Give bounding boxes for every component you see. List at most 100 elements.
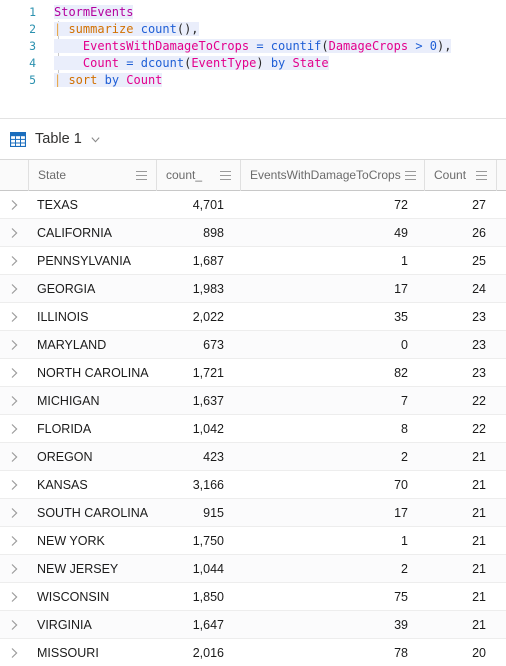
cell-count[interactable]: 21: [424, 611, 496, 639]
cell-events_with_damage_to_crops[interactable]: 0: [240, 331, 424, 359]
cell-events_with_damage_to_crops[interactable]: 78: [240, 639, 424, 666]
table-row[interactable]: MISSOURI 2,016 78 20: [0, 639, 506, 666]
cell-count_[interactable]: 4,701: [156, 191, 240, 219]
code-line[interactable]: 1 StormEvents: [0, 4, 506, 21]
results-grid[interactable]: State count_ EventsWithDamageToCrops Count …: [0, 159, 506, 666]
cell-events_with_damage_to_crops[interactable]: 35: [240, 303, 424, 331]
row-expand-chevron-right-icon[interactable]: [0, 423, 28, 435]
cell-count_[interactable]: 1,637: [156, 387, 240, 415]
code-line[interactable]: 4 Count = dcount(EventType) by State: [0, 55, 506, 72]
cell-count_[interactable]: 673: [156, 331, 240, 359]
cell-state[interactable]: KANSAS: [28, 471, 156, 499]
code-line-text[interactable]: | sort by Count: [44, 72, 163, 89]
cell-state[interactable]: MICHIGAN: [28, 387, 156, 415]
table-row[interactable]: MICHIGAN 1,637 7 22: [0, 387, 506, 415]
cell-count[interactable]: 25: [424, 247, 496, 275]
row-expand-chevron-right-icon[interactable]: [0, 647, 28, 659]
cell-count_[interactable]: 1,983: [156, 275, 240, 303]
cell-events_with_damage_to_crops[interactable]: 70: [240, 471, 424, 499]
code-line-text[interactable]: Count = dcount(EventType) by State: [44, 55, 329, 72]
cell-count_[interactable]: 915: [156, 499, 240, 527]
row-expand-chevron-right-icon[interactable]: [0, 367, 28, 379]
code-line-text[interactable]: EventsWithDamageToCrops = countif(Damage…: [44, 38, 452, 55]
cell-count[interactable]: 26: [424, 219, 496, 247]
cell-count[interactable]: 21: [424, 443, 496, 471]
table-row[interactable]: OREGON 423 2 21: [0, 443, 506, 471]
row-expand-chevron-right-icon[interactable]: [0, 535, 28, 547]
cell-count[interactable]: 22: [424, 415, 496, 443]
row-expand-chevron-right-icon[interactable]: [0, 283, 28, 295]
table-row[interactable]: VIRGINIA 1,647 39 21: [0, 611, 506, 639]
cell-state[interactable]: OREGON: [28, 443, 156, 471]
cell-state[interactable]: NEW YORK: [28, 527, 156, 555]
cell-count_[interactable]: 1,044: [156, 555, 240, 583]
cell-count[interactable]: 23: [424, 331, 496, 359]
table-row[interactable]: GEORGIA 1,983 17 24: [0, 275, 506, 303]
cell-state[interactable]: MARYLAND: [28, 331, 156, 359]
query-editor[interactable]: 1 StormEvents 2 | summarize count(), 3 Event…: [0, 0, 506, 118]
results-table-header[interactable]: Table 1: [0, 119, 506, 159]
table-row[interactable]: PENNSYLVANIA 1,687 1 25: [0, 247, 506, 275]
cell-events_with_damage_to_crops[interactable]: 2: [240, 443, 424, 471]
row-expand-chevron-right-icon[interactable]: [0, 255, 28, 267]
table-row[interactable]: NORTH CAROLINA 1,721 82 23: [0, 359, 506, 387]
table-row[interactable]: NEW YORK 1,750 1 21: [0, 527, 506, 555]
cell-count[interactable]: 20: [424, 639, 496, 666]
table-row[interactable]: MARYLAND 673 0 23: [0, 331, 506, 359]
row-expand-chevron-right-icon[interactable]: [0, 395, 28, 407]
column-menu-icon[interactable]: [404, 170, 416, 180]
code-line[interactable]: 3 EventsWithDamageToCrops = countif(Dama…: [0, 38, 506, 55]
cell-events_with_damage_to_crops[interactable]: 72: [240, 191, 424, 219]
cell-count[interactable]: 23: [424, 303, 496, 331]
cell-events_with_damage_to_crops[interactable]: 1: [240, 247, 424, 275]
cell-count_[interactable]: 1,687: [156, 247, 240, 275]
code-line-text[interactable]: | summarize count(),: [44, 21, 199, 38]
cell-count[interactable]: 21: [424, 583, 496, 611]
grid-body[interactable]: TEXAS 4,701 72 27 CALIFORNIA 898 49 26 PENNSYLVA…: [0, 191, 506, 666]
cell-events_with_damage_to_crops[interactable]: 1: [240, 527, 424, 555]
row-expand-chevron-right-icon[interactable]: [0, 563, 28, 575]
cell-events_with_damage_to_crops[interactable]: 17: [240, 499, 424, 527]
column-header-events_with_damage_to_crops[interactable]: EventsWithDamageToCrops: [240, 159, 424, 191]
cell-state[interactable]: CALIFORNIA: [28, 219, 156, 247]
cell-events_with_damage_to_crops[interactable]: 39: [240, 611, 424, 639]
cell-events_with_damage_to_crops[interactable]: 82: [240, 359, 424, 387]
cell-events_with_damage_to_crops[interactable]: 2: [240, 555, 424, 583]
code-line[interactable]: 5 | sort by Count: [0, 72, 506, 89]
cell-events_with_damage_to_crops[interactable]: 8: [240, 415, 424, 443]
cell-count[interactable]: 21: [424, 471, 496, 499]
row-expand-chevron-right-icon[interactable]: [0, 311, 28, 323]
column-menu-icon[interactable]: [220, 170, 231, 180]
cell-count_[interactable]: 3,166: [156, 471, 240, 499]
code-line-text[interactable]: StormEvents: [44, 4, 134, 21]
cell-state[interactable]: VIRGINIA: [28, 611, 156, 639]
column-header-state[interactable]: State: [28, 159, 156, 191]
cell-state[interactable]: ILLINOIS: [28, 303, 156, 331]
cell-events_with_damage_to_crops[interactable]: 7: [240, 387, 424, 415]
row-expand-chevron-right-icon[interactable]: [0, 507, 28, 519]
column-header-count[interactable]: Count: [424, 159, 496, 191]
cell-state[interactable]: GEORGIA: [28, 275, 156, 303]
table-row[interactable]: NEW JERSEY 1,044 2 21: [0, 555, 506, 583]
row-expand-chevron-right-icon[interactable]: [0, 451, 28, 463]
table-row[interactable]: TEXAS 4,701 72 27: [0, 191, 506, 219]
cell-count[interactable]: 27: [424, 191, 496, 219]
table-row[interactable]: WISCONSIN 1,850 75 21: [0, 583, 506, 611]
row-expand-chevron-right-icon[interactable]: [0, 199, 28, 211]
cell-state[interactable]: NEW JERSEY: [28, 555, 156, 583]
row-expand-chevron-right-icon[interactable]: [0, 479, 28, 491]
cell-count_[interactable]: 1,721: [156, 359, 240, 387]
cell-count[interactable]: 21: [424, 527, 496, 555]
cell-count_[interactable]: 898: [156, 219, 240, 247]
cell-state[interactable]: MISSOURI: [28, 639, 156, 666]
cell-count_[interactable]: 423: [156, 443, 240, 471]
cell-state[interactable]: WISCONSIN: [28, 583, 156, 611]
row-expand-chevron-right-icon[interactable]: [0, 619, 28, 631]
column-menu-icon[interactable]: [476, 170, 487, 180]
column-header-count_[interactable]: count_: [156, 159, 240, 191]
cell-count[interactable]: 22: [424, 387, 496, 415]
grid-header-row[interactable]: State count_ EventsWithDamageToCrops Count: [0, 159, 506, 191]
cell-count[interactable]: 24: [424, 275, 496, 303]
cell-count[interactable]: 21: [424, 555, 496, 583]
table-row[interactable]: KANSAS 3,166 70 21: [0, 471, 506, 499]
